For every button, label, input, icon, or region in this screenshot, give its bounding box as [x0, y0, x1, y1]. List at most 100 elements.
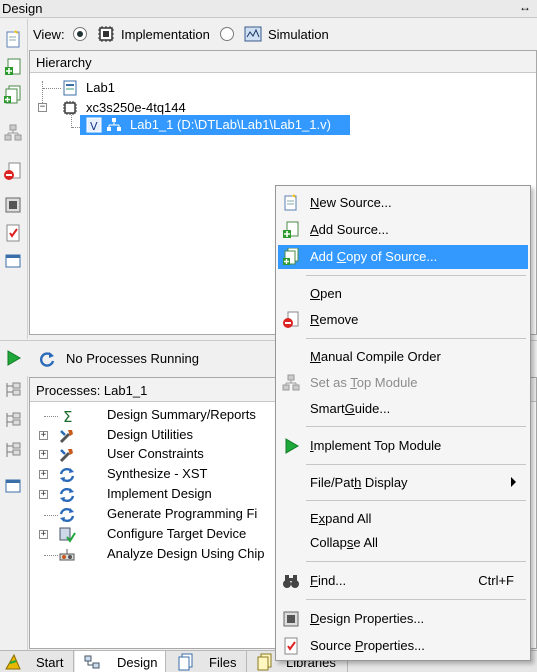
process-label: Synthesize - XST: [107, 466, 208, 481]
menu-item-label: New Source...: [310, 195, 392, 210]
add-source-icon: [283, 221, 299, 238]
verilog-v-icon: V: [86, 117, 102, 133]
simulation-icon: [244, 26, 262, 42]
menu-item-label: Expand All: [310, 511, 372, 526]
implementation-radio[interactable]: [73, 27, 87, 41]
simulation-option-label[interactable]: Simulation: [268, 27, 329, 42]
project-icon: [63, 80, 77, 96]
tab-label: Start: [36, 655, 64, 670]
menu-item-label: File/Path Display: [310, 475, 408, 490]
panel-layout-icon[interactable]: [3, 251, 23, 271]
expand-icon[interactable]: +: [39, 450, 48, 459]
menu-item-remove[interactable]: Remove: [278, 308, 528, 332]
process-label: Configure Target Device: [107, 526, 247, 541]
menu-item-label: Implement Top Module: [310, 438, 442, 453]
svg-text:V: V: [90, 120, 98, 133]
run-icon[interactable]: [4, 349, 22, 367]
menu-separator: [306, 561, 526, 562]
hierarchy-item-lab1-1[interactable]: V Lab1_1 (D:\DTLab\Lab1\Lab1_1.v): [80, 115, 350, 135]
implementation-chip-icon: [98, 26, 114, 42]
process-tree-icon[interactable]: [3, 440, 23, 460]
expand-icon[interactable]: +: [39, 490, 48, 499]
new-source-icon: [284, 194, 297, 211]
probe-icon: [59, 549, 75, 561]
menu-item-collapse-all[interactable]: Collapse All: [278, 531, 528, 555]
menu-item-label: Manual Compile Order: [310, 349, 441, 364]
menu-item-design-properties[interactable]: Design Properties...: [278, 607, 528, 631]
rerun-icon[interactable]: [37, 349, 57, 369]
process-label: Implement Design: [107, 486, 212, 501]
menu-separator: [306, 500, 526, 501]
menu-item-label: Find...: [310, 573, 347, 588]
hierarchy-item-lab1[interactable]: Lab1: [62, 78, 262, 98]
menu-item-label: Add Source...: [310, 222, 389, 237]
hierarchy-item-label: xc3s250e-4tq144: [86, 100, 186, 115]
tree-line: [44, 416, 58, 417]
resize-arrows-icon[interactable]: ↔: [519, 0, 531, 14]
menu-item-label: Open: [310, 286, 342, 301]
simulation-radio[interactable]: [220, 27, 234, 41]
menu-separator: [306, 599, 526, 600]
sync-icon: [59, 487, 75, 503]
context-menu: New Source... Add Source... Add Copy of …: [275, 185, 531, 661]
sigma-icon: Σ: [63, 408, 72, 425]
tab-start[interactable]: Start: [0, 651, 74, 672]
design-properties-icon[interactable]: [3, 195, 23, 215]
menu-item-source-properties[interactable]: Source Properties...: [278, 634, 528, 658]
source-properties-icon[interactable]: [3, 223, 23, 243]
expand-icon[interactable]: +: [39, 530, 48, 539]
tab-files[interactable]: Files: [167, 651, 247, 672]
panel-title: Design: [2, 1, 43, 16]
sync-icon: [59, 507, 75, 523]
process-label: User Constraints: [107, 446, 204, 461]
expand-icon[interactable]: +: [39, 470, 48, 479]
processes-side-toolbar: [0, 376, 28, 650]
menu-item-add-source[interactable]: Add Source...: [278, 218, 528, 242]
menu-item-new-source[interactable]: New Source...: [278, 191, 528, 215]
menu-item-label: Collapse All: [310, 535, 378, 550]
menu-item-implement-top-module[interactable]: Implement Top Module: [278, 434, 528, 458]
tab-label: Files: [209, 655, 237, 670]
design-tab-icon: [84, 655, 100, 669]
menu-item-find[interactable]: Find... Ctrl+F: [278, 569, 528, 593]
menu-item-label: Design Properties...: [310, 611, 425, 626]
top-module-icon: [282, 374, 300, 391]
new-source-icon[interactable]: [3, 29, 23, 49]
tab-design[interactable]: Design: [75, 651, 166, 672]
process-label: Analyze Design Using Chip: [107, 546, 265, 561]
panel-titlebar: Design ↔: [0, 0, 537, 18]
libraries-icon: [257, 653, 272, 671]
process-label: Generate Programming Fi: [107, 506, 258, 521]
module-hierarchy-icon: [107, 118, 121, 131]
tools-icon: [59, 430, 73, 444]
menu-item-file-path-display[interactable]: File/Path Display: [278, 471, 528, 495]
menu-item-open[interactable]: Open: [278, 282, 528, 306]
play-icon: [285, 438, 299, 454]
files-icon: [178, 653, 193, 671]
menu-item-expand-all[interactable]: Expand All: [278, 507, 528, 531]
top-module-icon[interactable]: [3, 123, 23, 143]
panel-layout-icon[interactable]: [3, 476, 23, 496]
collapse-icon[interactable]: −: [38, 103, 47, 112]
menu-item-manual-compile-order[interactable]: Manual Compile Order: [278, 345, 528, 369]
expand-tree-icon[interactable]: [3, 380, 23, 400]
menu-separator: [306, 426, 526, 427]
process-label: Design Utilities: [107, 427, 193, 442]
menu-item-smartguide[interactable]: SmartGuide...: [278, 397, 528, 421]
collapse-tree-icon[interactable]: [3, 410, 23, 430]
expand-icon[interactable]: +: [39, 431, 48, 440]
menu-item-add-copy-of-source[interactable]: Add Copy of Source...: [278, 245, 528, 269]
add-copy-source-icon[interactable]: [3, 85, 23, 105]
view-bar: View: Implementation Simulation: [29, 20, 537, 48]
view-label: View:: [33, 27, 65, 42]
add-copy-source-icon: [283, 248, 299, 265]
source-properties-icon: [284, 637, 298, 655]
submenu-arrow-icon: [511, 477, 516, 487]
sync-icon: [59, 467, 75, 483]
add-source-icon[interactable]: [3, 57, 23, 77]
menu-item-label: Add Copy of Source...: [310, 249, 438, 264]
tools-icon: [59, 449, 73, 463]
remove-icon[interactable]: [3, 161, 23, 181]
menu-item-set-as-top-module[interactable]: Set as Top Module: [278, 371, 528, 395]
implementation-option-label[interactable]: Implementation: [121, 27, 210, 42]
